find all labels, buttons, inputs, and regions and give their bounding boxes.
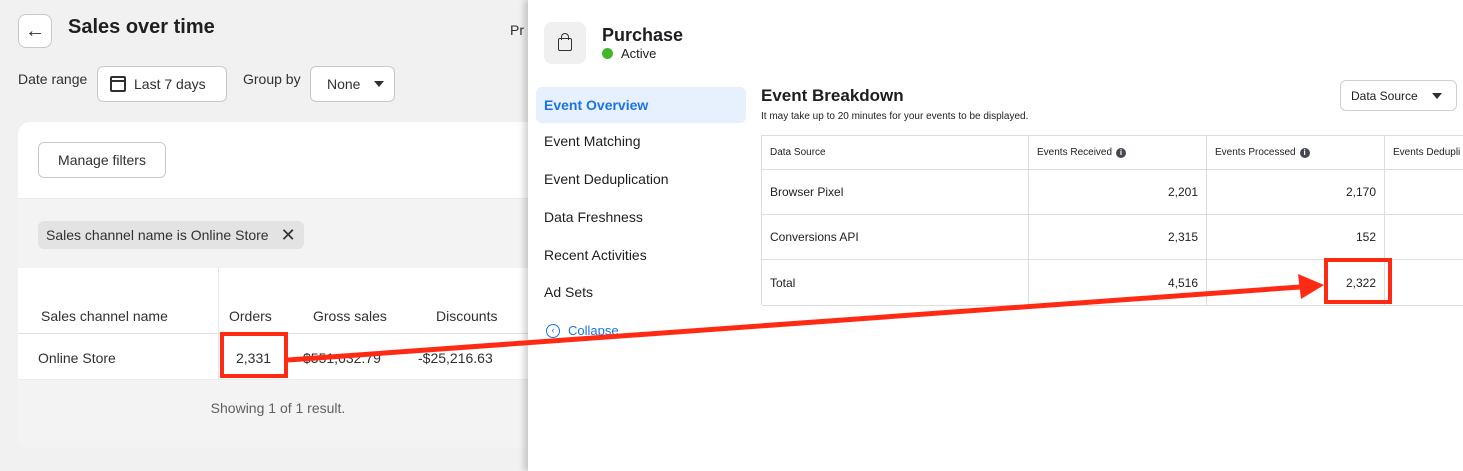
arrow-head (1298, 274, 1324, 299)
arrow-line (287, 284, 1301, 363)
annotation-arrow (287, 274, 1324, 363)
